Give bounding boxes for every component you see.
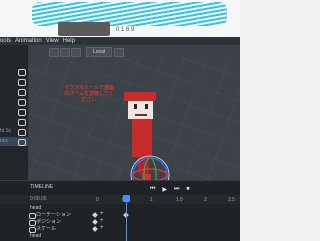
scale-tool-icon[interactable] xyxy=(71,48,81,57)
timeline-row[interactable]: ローテーション + xyxy=(0,211,240,219)
skip-back-icon[interactable]: ⏮ xyxy=(150,186,155,193)
character-eye-left xyxy=(134,104,137,109)
outliner-row[interactable] xyxy=(0,107,28,116)
menu-help[interactable]: Help xyxy=(63,37,75,45)
current-time: 0:00.06 xyxy=(30,196,47,202)
add-key-icon[interactable]: + xyxy=(100,225,104,232)
tick-label: 1 xyxy=(150,197,153,203)
zoom-hint-text: マウスホイールで画面のズームを調整してください xyxy=(63,85,114,103)
visibility-eye-icon[interactable] xyxy=(18,99,26,106)
menubar: ools Animation View Help xyxy=(0,37,240,45)
character-mouth xyxy=(135,114,147,116)
tick-label: 2 xyxy=(204,197,207,203)
visibility-eye-icon[interactable] xyxy=(18,89,26,96)
stop-icon[interactable]: ⏹ xyxy=(186,186,189,193)
outliner-row-selected[interactable]: ncs xyxy=(0,137,28,146)
visibility-eye-icon[interactable] xyxy=(18,129,26,136)
thumbnail-image xyxy=(58,22,110,36)
visibility-eye-icon[interactable] xyxy=(18,119,26,126)
timeline-row-group[interactable]: head xyxy=(0,233,240,240)
keyframe-toggle-icon[interactable] xyxy=(92,219,98,225)
keyframe-toggle-icon[interactable] xyxy=(92,212,98,218)
blurred-photo-strip: 0 1 6 9 xyxy=(0,0,240,37)
snap-icon[interactable] xyxy=(114,48,124,57)
visibility-eye-icon[interactable] xyxy=(18,69,26,76)
playhead-line[interactable] xyxy=(126,195,127,241)
tick-label: 2.5 xyxy=(228,197,235,203)
rotate-tool-icon[interactable] xyxy=(60,48,70,57)
character-body[interactable] xyxy=(132,119,152,157)
play-icon[interactable]: ▶ xyxy=(162,186,167,193)
outliner-row[interactable] xyxy=(0,87,28,96)
keyframe-toggle-icon[interactable] xyxy=(92,226,98,232)
tick-label: 0 xyxy=(96,197,99,203)
tick-label: 1.5 xyxy=(176,197,183,203)
add-key-icon[interactable]: + xyxy=(100,211,104,218)
editor-window: ools Animation View Help ht Sc ncs Local… xyxy=(0,37,240,241)
viewport-toolbar: Local xyxy=(29,45,240,57)
outliner-row[interactable] xyxy=(0,117,28,126)
transform-space-select[interactable]: Local xyxy=(86,47,112,57)
move-tool-icon[interactable] xyxy=(49,48,59,57)
skip-forward-icon[interactable]: ⏭ xyxy=(174,186,179,193)
menu-view[interactable]: View xyxy=(46,37,59,45)
character-face[interactable] xyxy=(128,101,153,119)
thumbnail-label: 0 1 6 9 xyxy=(116,27,135,33)
add-key-icon[interactable]: + xyxy=(100,218,104,225)
timeline-title: TIMELINE xyxy=(30,184,54,190)
menu-tools[interactable]: ools xyxy=(0,37,11,45)
timeline-row[interactable]: スケール + xyxy=(0,225,240,233)
character-hat[interactable] xyxy=(124,92,156,101)
timeline-row[interactable]: ポジション + xyxy=(0,218,240,226)
outliner-row[interactable] xyxy=(0,97,28,106)
timeline-panel: TIMELINE ⏮ ▶ ⏭ ⏹ 0:00.06 0 0.5 1 1.5 2 2… xyxy=(0,180,240,241)
playback-controls: ⏮ ▶ ⏭ ⏹ xyxy=(150,186,189,193)
outliner-row[interactable] xyxy=(0,67,28,76)
character-eye-right xyxy=(145,104,148,109)
outliner-row[interactable] xyxy=(0,77,28,86)
menu-animation[interactable]: Animation xyxy=(15,37,42,45)
visibility-eye-icon[interactable] xyxy=(18,139,26,146)
visibility-eye-icon[interactable] xyxy=(18,79,26,86)
timeline-row-group[interactable]: head xyxy=(0,205,240,212)
outliner-row[interactable]: ht Sc xyxy=(0,127,28,136)
outliner-panel: ht Sc ncs xyxy=(0,45,29,180)
visibility-eye-icon[interactable] xyxy=(18,109,26,116)
